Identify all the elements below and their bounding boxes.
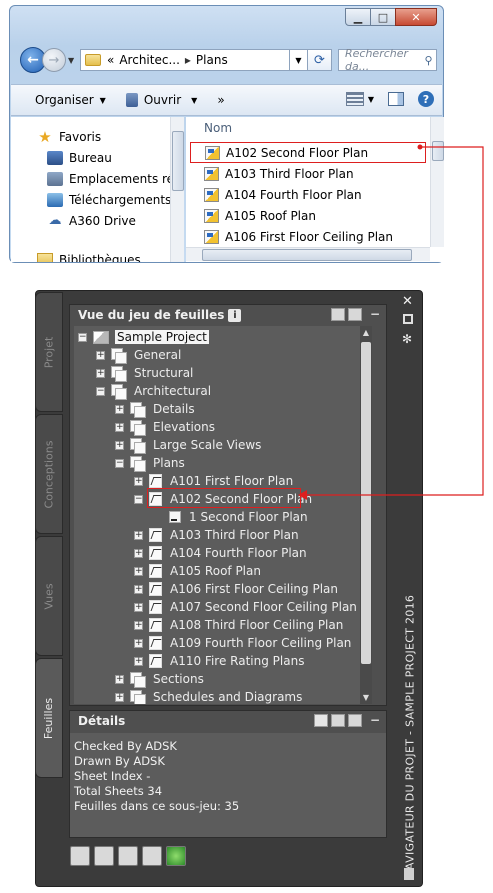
connector-arrow: [298, 144, 484, 500]
